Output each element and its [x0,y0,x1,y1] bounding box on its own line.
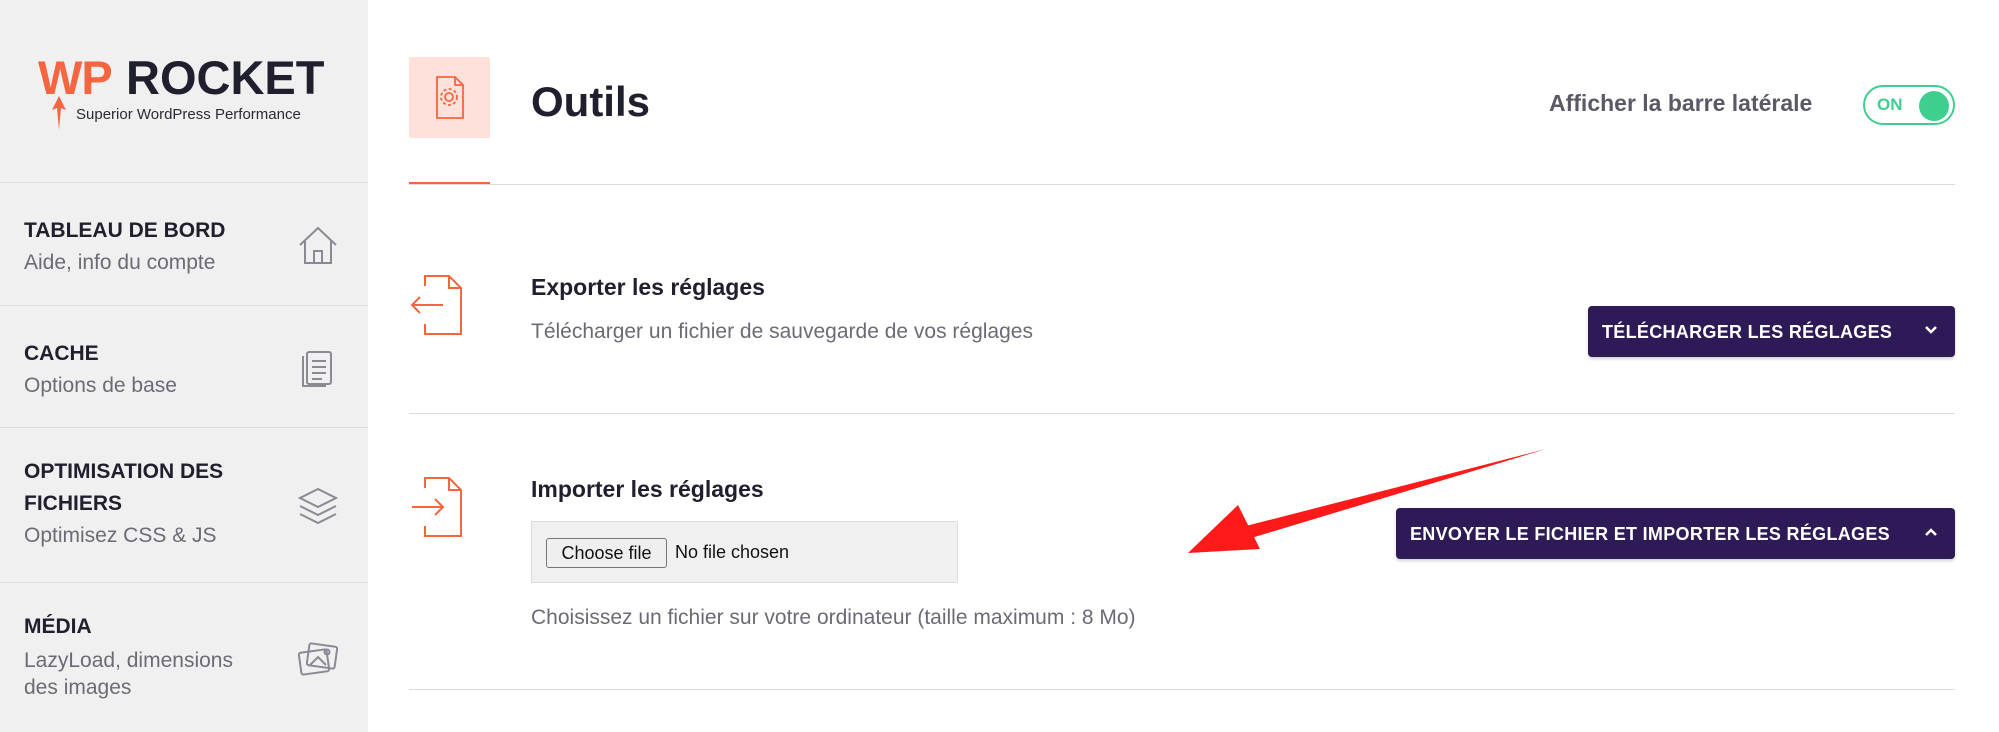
import-title: Importer les réglages [531,476,764,502]
sidebar-item-title: MÉDIA [24,615,92,638]
import-icon [412,477,462,537]
export-title: Exporter les réglages [531,274,765,300]
sidebar-item-subtitle: Options de base [24,374,177,397]
divider [409,413,1955,414]
main-content: Outils Afficher la barre latérale ON Exp… [368,0,1999,732]
export-description: Télécharger un fichier de sauvegarde de … [531,320,1033,343]
import-hint: Choisissez un fichier sur votre ordinate… [531,606,1136,629]
sidebar-item-subtitle: LazyLoad, dimensions des images [24,649,233,699]
sidebar-item-title: TABLEAU DE BORD [24,219,226,242]
home-icon [299,226,337,264]
divider [409,689,1955,690]
sidebar-item-tableau-de-bord[interactable]: TABLEAU DE BORD Aide, info du compte [0,182,368,305]
page-icon [409,57,490,138]
logo-tagline: Superior WordPress Performance [76,106,301,123]
images-icon [297,642,339,676]
download-settings-label: TÉLÉCHARGER LES RÉGLAGES [1602,322,1893,342]
layers-icon [297,487,339,525]
chevron-up-icon [1925,528,1937,536]
sidebar: WP ROCKET Superior WordPress Performance… [0,0,368,732]
page-title: Outils [531,78,651,125]
no-file-chosen-text: No file chosen [675,542,790,562]
sidebar-item-title: OPTIMISATION DES FICHIERS [24,460,224,515]
download-settings-button[interactable]: TÉLÉCHARGER LES RÉGLAGES [1588,306,1955,357]
sidebar-item-subtitle: Aide, info du compte [24,251,216,274]
document-icon [302,351,332,387]
sidebar-item-subtitle: Optimisez CSS & JS [24,524,217,547]
rocket-flame-icon [52,96,66,130]
file-input[interactable]: Choose file No file chosen [531,521,958,583]
sidebar-toggle[interactable]: ON [1863,85,1955,125]
sidebar-toggle-label: Afficher la barre latérale [1549,90,1813,116]
choose-file-button[interactable]: Choose file [546,538,667,568]
annotation-arrow [1188,449,1546,553]
sidebar-item-optimisation-des-fichiers[interactable]: OPTIMISATION DES FICHIERS Optimisez CSS … [0,427,368,582]
gear-file-icon [436,76,464,119]
logo-rocket: ROCKET [126,51,325,104]
wp-rocket-logo[interactable]: WP ROCKET Superior WordPress Performance [38,50,328,140]
sidebar-item-cache[interactable]: CACHE Options de base [0,305,368,427]
chevron-down-icon [1925,326,1937,334]
divider [409,184,1955,185]
export-icon [410,275,462,335]
sidebar-item-media[interactable]: MÉDIA LazyLoad, dimensions des images [0,582,368,732]
toggle-state: ON [1877,95,1903,114]
toggle-knob [1919,91,1949,121]
sidebar-item-title: CACHE [24,342,99,365]
